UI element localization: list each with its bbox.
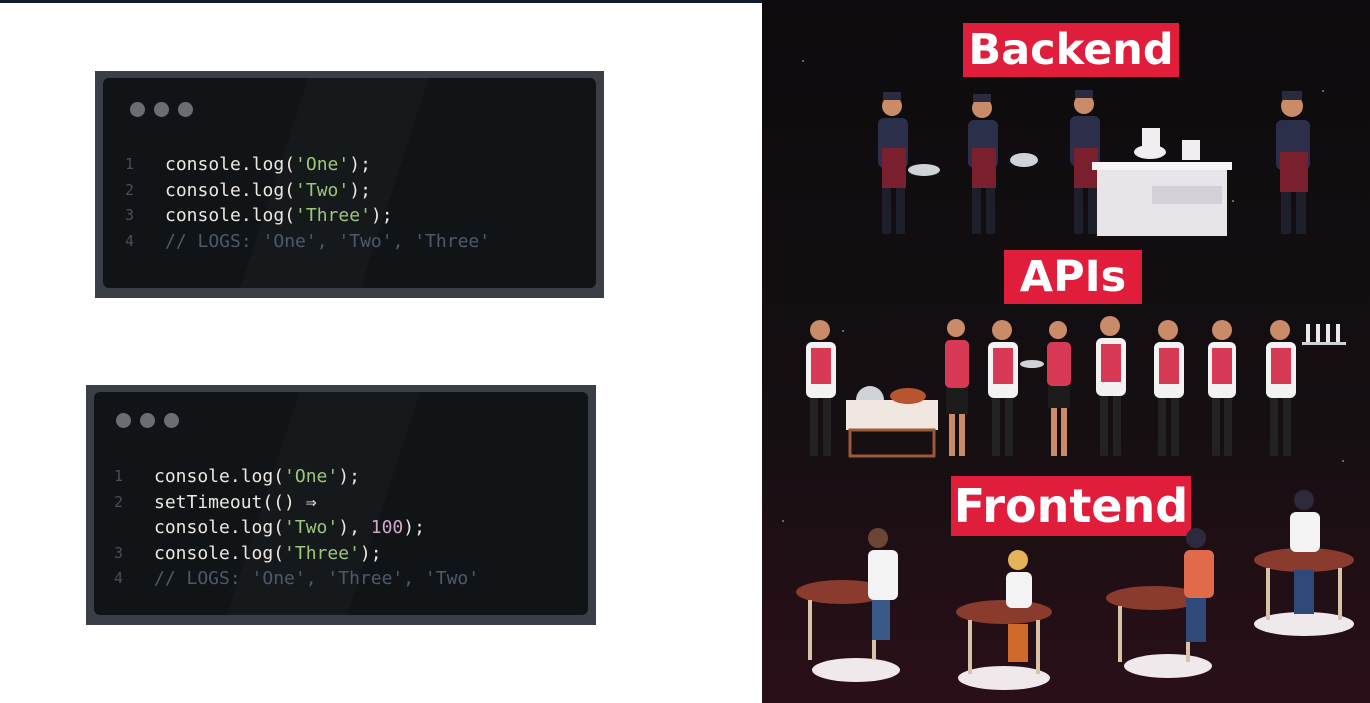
chef-figure	[878, 92, 940, 234]
top-border	[0, 0, 762, 3]
waiters-scene	[806, 316, 1346, 458]
code-comment: // LOGS: 'One', 'Two', 'Three'	[165, 230, 491, 252]
code-block: 1 console.log('One'); 2 console.log('Two')…	[125, 152, 490, 254]
dining-table	[796, 528, 900, 682]
dining-table	[956, 550, 1052, 690]
code-snippet-async: 1 console.log('One'); 2 setTimeout(() ⇒ co…	[86, 385, 596, 625]
line-number: 2	[125, 180, 135, 199]
line-number: 3	[125, 206, 135, 224]
waitress-figure	[945, 319, 969, 456]
waiter-figure	[1266, 320, 1346, 456]
line-number: 4	[125, 231, 135, 250]
line-number: 1	[114, 467, 124, 485]
code-comment: // LOGS: 'One', 'Three', 'Two'	[154, 568, 480, 589]
window-controls	[130, 102, 193, 117]
chefs-scene	[878, 90, 1310, 236]
chef-figure	[968, 94, 1038, 234]
code-string: 'Three'	[295, 205, 371, 226]
window-dot-icon	[178, 102, 193, 117]
buffet-table	[846, 386, 938, 458]
dining-table	[1106, 528, 1214, 678]
code-number: 100	[370, 517, 404, 538]
restaurant-analogy-illustration: Backend APIs Frontend	[762, 0, 1370, 703]
star-icon	[1322, 90, 1324, 92]
backend-label: Backend	[963, 23, 1179, 77]
waiter-figure	[1154, 320, 1184, 456]
head-chef-figure	[1276, 91, 1310, 234]
code-text: );	[349, 154, 371, 175]
window-dot-icon	[116, 413, 131, 428]
line-number: 1	[125, 155, 135, 173]
code-text: console.log(	[154, 517, 285, 538]
kitchen-counter	[1092, 128, 1232, 236]
code-text: console.log(	[165, 154, 296, 175]
code-string: 'One'	[295, 154, 350, 175]
code-line: 1 console.log('One');	[114, 464, 479, 490]
code-line: 4 // LOGS: 'One', 'Three', 'Two'	[114, 566, 479, 592]
code-line: 2 console.log('Two');	[125, 178, 490, 204]
code-string: 'Two'	[295, 179, 350, 201]
star-icon	[782, 520, 784, 522]
code-text: );	[403, 517, 425, 538]
code-line: 2 setTimeout(() ⇒	[114, 490, 479, 516]
waiter-figure	[988, 320, 1044, 456]
code-string: 'Two'	[284, 517, 339, 538]
code-text: );	[338, 466, 360, 487]
code-line: 3 console.log('Three');	[114, 541, 479, 567]
code-string: 'One'	[284, 466, 339, 487]
code-string: 'Three'	[284, 542, 360, 564]
code-line: 4 // LOGS: 'One', 'Two', 'Three'	[125, 229, 490, 255]
code-text: );	[359, 542, 382, 564]
code-text: ),	[338, 517, 371, 538]
code-snippet-sync: 1 console.log('One'); 2 console.log('Two')…	[95, 71, 604, 298]
diners-scene	[796, 490, 1354, 690]
window-controls	[116, 413, 179, 428]
window-dot-icon	[164, 413, 179, 428]
code-text: console.log(	[154, 466, 285, 487]
code-window: 1 console.log('One'); 2 setTimeout(() ⇒ co…	[94, 392, 588, 615]
line-number: 2	[114, 492, 124, 511]
waiter-figure	[806, 320, 836, 456]
star-icon	[802, 60, 804, 62]
waiter-figure	[1096, 316, 1126, 456]
code-text: setTimeout(() ⇒	[154, 491, 317, 513]
code-line: 1 console.log('One');	[125, 152, 490, 178]
code-line: console.log('Two'), 100);	[114, 515, 479, 541]
window-dot-icon	[154, 102, 169, 117]
line-number	[114, 515, 154, 541]
apis-label: APIs	[1004, 250, 1142, 304]
window-dot-icon	[130, 102, 145, 117]
code-line: 3 console.log('Three');	[125, 203, 490, 229]
code-text: console.log(	[165, 205, 296, 226]
line-number: 3	[114, 543, 124, 562]
waiter-figure	[1208, 320, 1236, 456]
line-number: 4	[114, 569, 124, 587]
code-text: );	[349, 179, 371, 201]
code-block: 1 console.log('One'); 2 setTimeout(() ⇒ co…	[114, 464, 479, 592]
waitress-figure	[1047, 321, 1071, 456]
code-text: console.log(	[154, 542, 285, 564]
code-window: 1 console.log('One'); 2 console.log('Two')…	[103, 78, 596, 288]
dining-table	[1254, 490, 1354, 636]
code-text: console.log(	[165, 179, 296, 201]
code-text: );	[370, 205, 393, 226]
window-dot-icon	[140, 413, 155, 428]
